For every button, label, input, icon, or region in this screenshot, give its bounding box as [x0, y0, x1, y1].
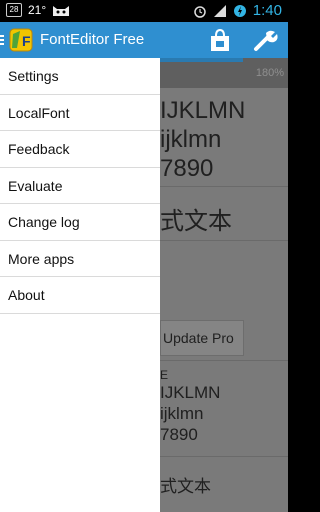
cjk-sample-small: 式文本 — [160, 477, 211, 496]
sample-line: E — [160, 368, 169, 382]
sample-line: 7890 — [160, 155, 214, 182]
app-logo-letter: F — [22, 33, 31, 49]
font-sample-large: IJKLMN ijklmn 7890 — [160, 96, 245, 183]
temperature: 21° — [28, 3, 47, 17]
sample-line: 7890 — [160, 425, 198, 444]
drawer-item-feedback[interactable]: Feedback — [0, 131, 160, 168]
update-pro-button[interactable]: Update Pro — [160, 320, 244, 356]
wrench-icon[interactable] — [252, 28, 278, 52]
drawer-item-evaluate[interactable]: Evaluate — [0, 168, 160, 204]
calendar-icon: 28 — [6, 3, 22, 17]
clock: 1:40 — [252, 2, 282, 19]
drawer-item-settings[interactable]: Settings — [0, 58, 160, 95]
navigation-drawer: Settings LocalFont Feedback Evaluate Cha… — [0, 58, 160, 512]
app-title: FontEditor Free — [40, 31, 145, 48]
divider — [160, 360, 288, 361]
signal-icon — [213, 4, 226, 17]
battery-icon — [233, 4, 246, 17]
status-bar: 28 21° 1:40 — [0, 0, 288, 22]
sample-line: ijklmn — [160, 404, 204, 423]
divider — [160, 240, 288, 241]
dimmed-main-content: 180% IJKLMN ijklmn 7890 式文本 Update Pro E… — [160, 58, 288, 512]
progress-bar — [160, 58, 244, 62]
progress-percent: 180% — [255, 67, 284, 79]
shopping-bag-icon[interactable] — [207, 28, 233, 52]
font-sample-small: E IJKLMN ijklmn 7890 — [160, 368, 220, 445]
drawer-item-about[interactable]: About — [0, 277, 160, 314]
drawer-toggle-icon[interactable] — [0, 35, 4, 46]
sample-line: ijklmn — [160, 126, 222, 153]
preview-progress: 180% — [160, 58, 288, 88]
drawer-item-more-apps[interactable]: More apps — [0, 241, 160, 277]
status-left: 28 21° — [6, 3, 70, 17]
drawer-item-localfont[interactable]: LocalFont — [0, 95, 160, 131]
sample-line: IJKLMN — [160, 383, 221, 402]
alarm-icon — [194, 5, 206, 18]
action-bar: F FontEditor Free — [0, 22, 288, 58]
divider — [160, 186, 288, 187]
status-right: 1:40 — [193, 2, 282, 19]
cat-face-icon — [53, 6, 70, 16]
divider — [160, 456, 288, 457]
app-logo-icon[interactable]: F — [8, 26, 36, 54]
drawer-item-change-log[interactable]: Change log — [0, 204, 160, 241]
sample-line: IJKLMN — [160, 97, 246, 124]
cjk-sample-large: 式文本 — [160, 208, 232, 235]
